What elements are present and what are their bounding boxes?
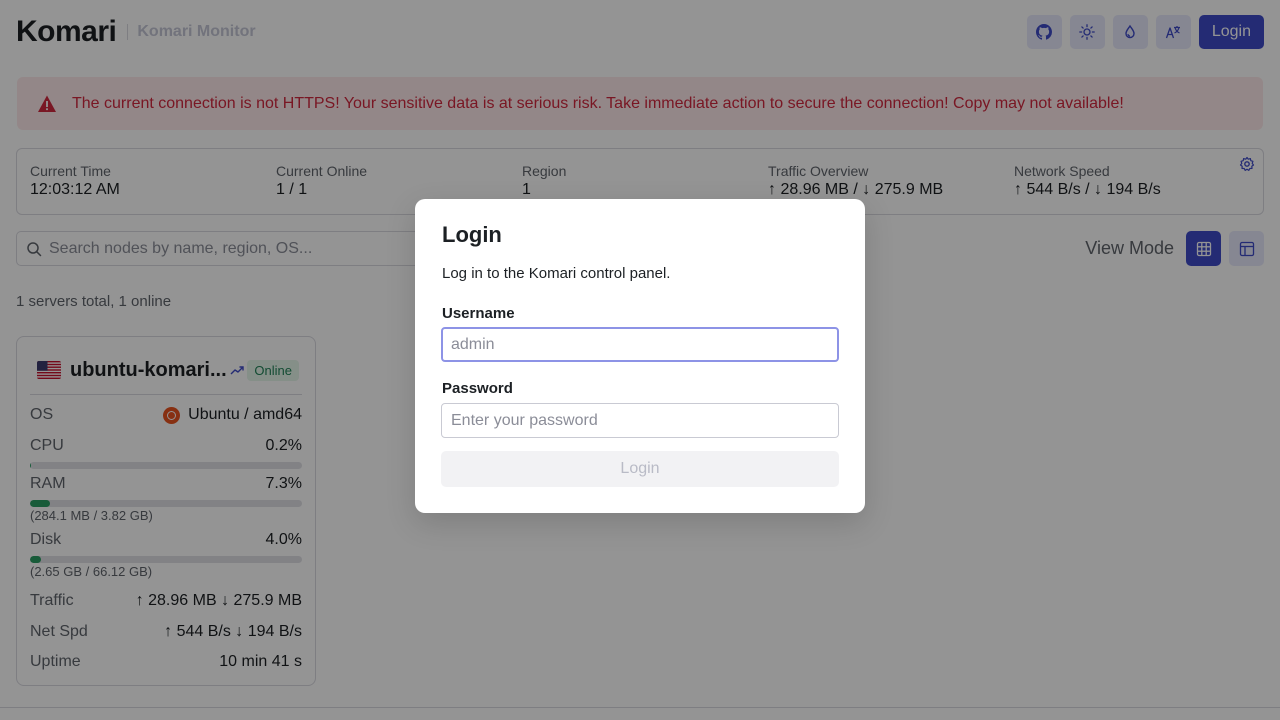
login-dialog: Login Log in to the Komari control panel… [415, 199, 865, 513]
password-label: Password [442, 380, 513, 397]
dialog-description: Log in to the Komari control panel. [442, 265, 671, 282]
password-field[interactable] [441, 403, 839, 438]
username-input[interactable] [451, 335, 837, 354]
submit-login-button[interactable]: Login [441, 451, 839, 487]
username-field[interactable] [441, 327, 839, 362]
dialog-title: Login [442, 222, 502, 247]
username-label: Username [442, 305, 515, 322]
password-input[interactable] [451, 411, 838, 430]
